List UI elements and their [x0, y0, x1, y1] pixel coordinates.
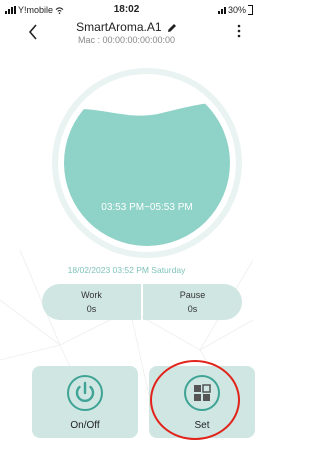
- pencil-icon[interactable]: [167, 23, 177, 33]
- on-off-label: On/Off: [70, 420, 100, 431]
- pause-stat: Pause 0s: [143, 284, 242, 320]
- time-range: 03:53 PM~05:53 PM: [101, 202, 193, 213]
- work-stat: Work 0s: [42, 284, 141, 320]
- cellular-icon: [217, 6, 226, 14]
- battery-percent: 30%: [227, 5, 246, 15]
- mac-address: Mac : 00:00:00:00:00:00: [77, 35, 176, 45]
- work-value: 0s: [86, 304, 97, 314]
- battery-icon: [248, 5, 253, 15]
- battery-group: 30%: [217, 5, 253, 15]
- highlight-annotation: [150, 360, 240, 440]
- header: SmartAroma.A1 Mac : 00:00:00:00:00:00: [0, 18, 253, 48]
- current-datetime: 18/02/2023 03:52 PM Saturday: [67, 265, 186, 275]
- pause-value: 0s: [187, 304, 198, 314]
- page-title-row: SmartAroma.A1: [0, 20, 253, 34]
- gauge-liquid: [64, 102, 230, 246]
- stats-panel: Work 0s Pause 0s: [42, 284, 242, 320]
- pause-label: Pause: [179, 290, 206, 300]
- status-time: 18:02: [113, 4, 140, 15]
- aroma-level-gauge: [52, 68, 242, 258]
- power-icon: [67, 375, 103, 411]
- work-label: Work: [81, 290, 102, 300]
- status-bar: Y!mobile 18:02 30%: [0, 0, 253, 20]
- more-vertical-icon[interactable]: [237, 24, 241, 38]
- on-off-button[interactable]: On/Off: [32, 366, 138, 438]
- page-title: SmartAroma.A1: [76, 20, 162, 34]
